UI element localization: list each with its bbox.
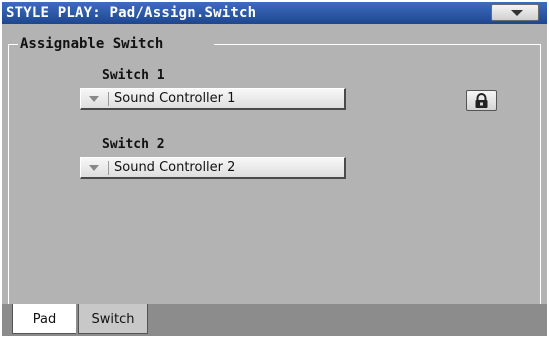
switch-2-value: Sound Controller 2 [114, 160, 236, 175]
lock-icon [475, 93, 488, 108]
switch-1-value: Sound Controller 1 [114, 91, 236, 106]
page-title-bar: STYLE PLAY: Pad/Assign.Switch [2, 2, 547, 24]
page-title: STYLE PLAY: Pad/Assign.Switch [6, 5, 257, 21]
tab-pad[interactable]: Pad [12, 304, 76, 334]
display-screen: STYLE PLAY: Pad/Assign.Switch Assignable… [2, 2, 547, 336]
tab-switch[interactable]: Switch [78, 304, 148, 334]
page-menu-button[interactable] [491, 4, 539, 21]
dropdown-arrow-icon [89, 96, 99, 102]
chevron-down-icon [511, 10, 523, 16]
switch-2-label: Switch 2 [102, 137, 165, 152]
switch-1-label: Switch 1 [102, 68, 165, 83]
switch-1-dropdown[interactable]: Sound Controller 1 [80, 88, 346, 110]
dropdown-arrow-icon [89, 165, 99, 171]
lock-button[interactable] [466, 90, 497, 111]
switch-2-dropdown[interactable]: Sound Controller 2 [80, 157, 346, 179]
group-title: Assignable Switch [20, 36, 164, 52]
